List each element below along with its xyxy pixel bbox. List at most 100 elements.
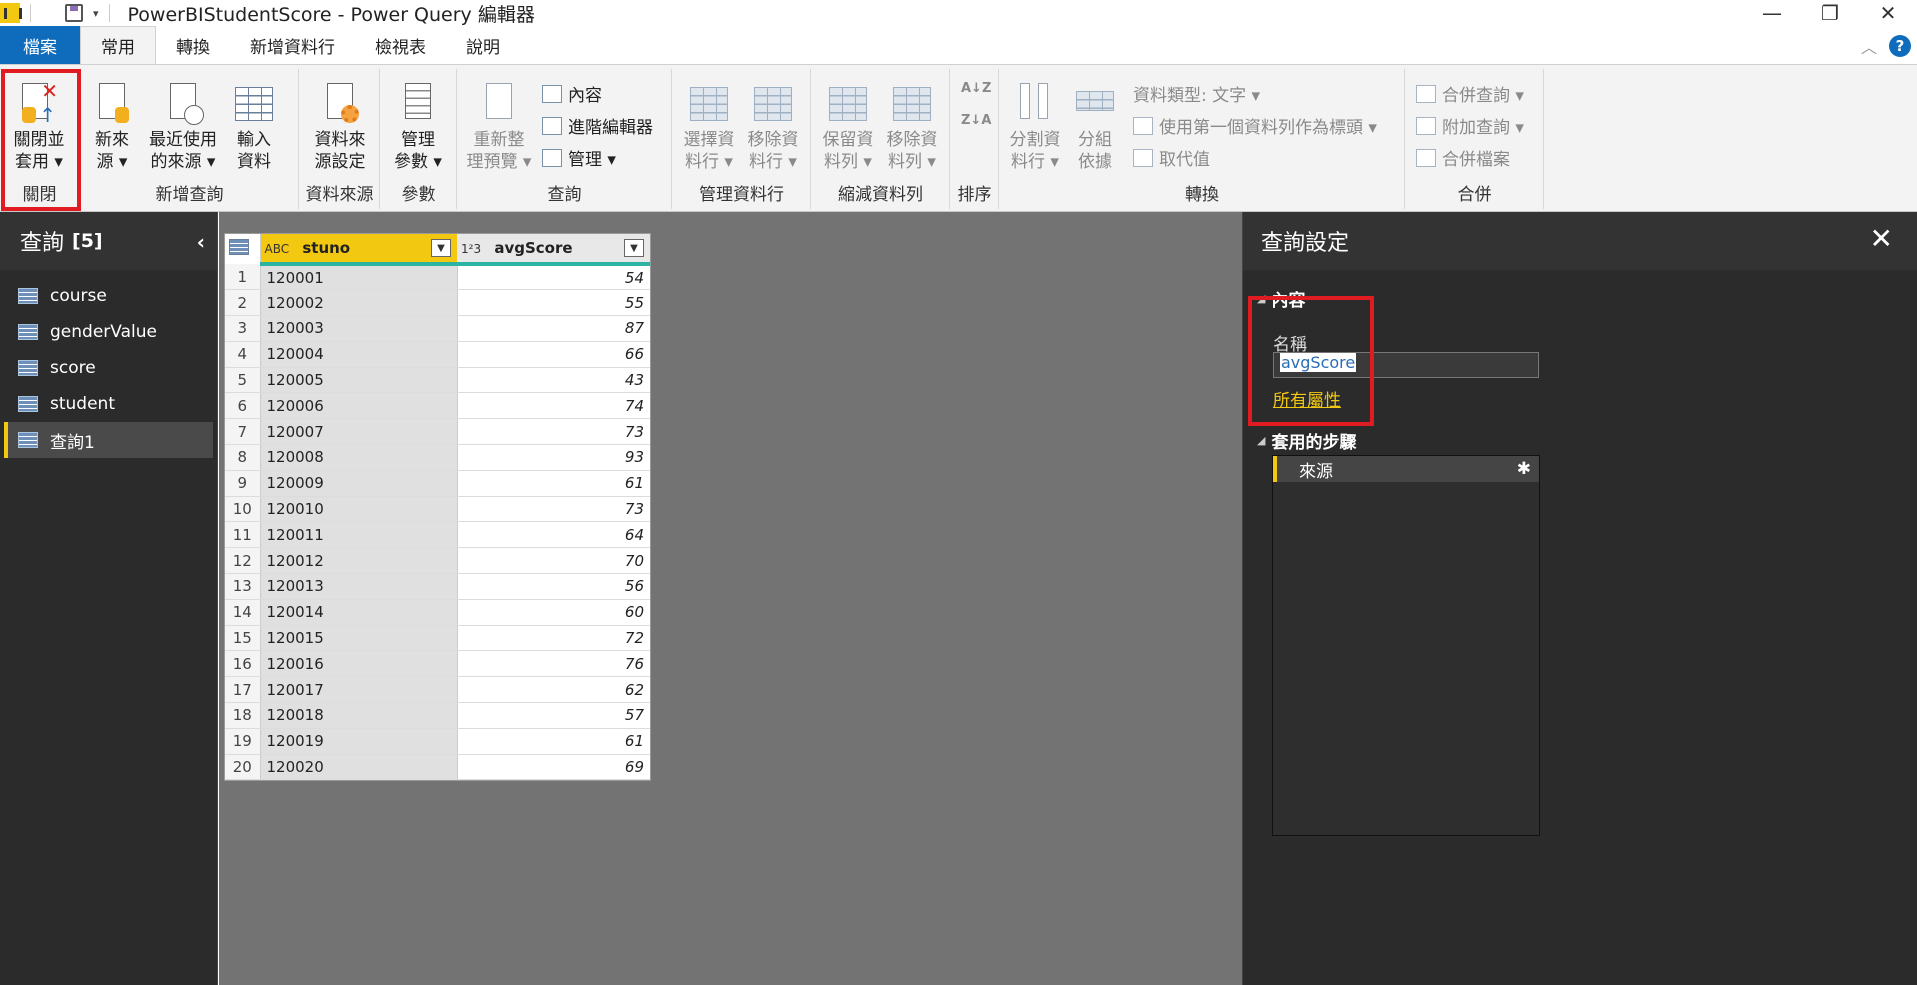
avgscore-cell[interactable]: 60 [457, 599, 650, 626]
avgscore-cell[interactable]: 64 [457, 521, 650, 549]
avgscore-cell[interactable]: 43 [457, 367, 650, 394]
applied-steps-header[interactable]: ◢ 套用的步驟 [1257, 428, 1356, 453]
stuno-cell[interactable]: 120019 [260, 728, 458, 755]
tab-add-column[interactable]: 新增資料行 [230, 26, 355, 64]
gear-icon[interactable]: ✱ [1517, 459, 1531, 479]
avgscore-cell[interactable]: 73 [457, 496, 650, 523]
avgscore-cell[interactable]: 61 [457, 470, 650, 497]
stuno-cell[interactable]: 120016 [260, 650, 458, 678]
quick-access-dropdown-icon[interactable]: ▾ [93, 7, 99, 20]
query-item-query1[interactable]: 查詢1 [4, 422, 213, 458]
stuno-cell[interactable]: 120017 [260, 676, 458, 704]
text-type-icon[interactable]: ABC [265, 242, 290, 256]
stuno-cell[interactable]: 120014 [260, 599, 458, 626]
query-item-student[interactable]: student [4, 386, 213, 422]
stuno-cell[interactable]: 120007 [260, 418, 458, 446]
stuno-cell[interactable]: 120003 [260, 315, 458, 342]
close-window-button[interactable]: ✕ [1859, 0, 1917, 26]
use-first-row-button[interactable]: 使用第一個資料列作為標頭 ▾ [1133, 113, 1377, 138]
combine-files-button[interactable]: 合併檔案 [1416, 145, 1510, 170]
stuno-cell[interactable]: 120004 [260, 341, 458, 368]
collapse-ribbon-icon[interactable]: ︿ [1861, 34, 1877, 58]
query-item-score[interactable]: score [4, 350, 213, 386]
stuno-cell[interactable]: 120015 [260, 625, 458, 652]
split-column-button[interactable]: 分割資 料行 ▾ [1008, 81, 1062, 173]
tab-file[interactable]: 檔案 [0, 26, 80, 64]
avgscore-cell[interactable]: 62 [457, 676, 650, 704]
close-apply-button[interactable]: ✕ ↑ 關閉並 套用 ▾ [4, 81, 74, 173]
source-settings-button[interactable]: 資料來 源設定 [305, 81, 375, 173]
avgscore-cell[interactable]: 87 [457, 315, 650, 342]
stuno-cell[interactable]: 120009 [260, 470, 458, 497]
properties-section-header[interactable]: ◢ 內容 [1257, 286, 1305, 311]
stuno-cell[interactable]: 120013 [260, 573, 458, 600]
tab-home[interactable]: 常用 [80, 26, 156, 64]
remove-rows-button[interactable]: 移除資 料列 ▾ [882, 81, 942, 173]
avgscore-cell[interactable]: 69 [457, 754, 650, 781]
sort-ascending-button[interactable]: A↓Z [961, 81, 991, 96]
remove-columns-button[interactable]: 移除資 料行 ▾ [743, 81, 803, 173]
column-header-stuno[interactable]: ABC stuno ▼ [260, 234, 457, 266]
stuno-cell[interactable]: 120010 [260, 496, 458, 523]
query-item-course[interactable]: course [4, 278, 213, 314]
avgscore-cell[interactable]: 55 [457, 289, 650, 317]
avgscore-cell[interactable]: 72 [457, 625, 650, 652]
filter-dropdown-icon[interactable]: ▼ [624, 239, 644, 257]
stuno-cell[interactable]: 120020 [260, 754, 458, 781]
table-menu-button[interactable] [225, 234, 261, 264]
close-settings-icon[interactable]: ✕ [1870, 224, 1893, 254]
stuno-cell[interactable]: 120002 [260, 289, 458, 317]
enter-data-label: 輸入 資料 [237, 130, 271, 172]
recent-sources-button[interactable]: 最近使用 的來源 ▾ [143, 81, 223, 173]
column-name: avgScore [494, 239, 573, 257]
stuno-cell[interactable]: 120018 [260, 702, 458, 729]
stuno-cell[interactable]: 120011 [260, 521, 458, 549]
tab-view[interactable]: 檢視表 [355, 26, 446, 64]
query-item-gendervalue[interactable]: genderValue [4, 314, 213, 350]
append-queries-button[interactable]: 附加查詢 ▾ [1416, 113, 1524, 138]
stuno-cell[interactable]: 120001 [260, 264, 458, 291]
avgscore-cell[interactable]: 73 [457, 418, 650, 446]
properties-button[interactable]: 內容 [542, 81, 602, 106]
avgscore-cell[interactable]: 93 [457, 444, 650, 471]
avgscore-cell[interactable]: 70 [457, 547, 650, 575]
stuno-cell[interactable]: 120012 [260, 547, 458, 575]
collapse-queries-icon[interactable]: ‹ [197, 230, 205, 254]
save-icon[interactable] [65, 4, 83, 22]
stuno-cell[interactable]: 120005 [260, 367, 458, 394]
avgscore-cell[interactable]: 76 [457, 650, 650, 678]
avgscore-cell[interactable]: 56 [457, 573, 650, 600]
enter-data-button[interactable]: 輸入 資料 [229, 81, 279, 173]
choose-columns-button[interactable]: 選擇資 料行 ▾ [679, 81, 739, 173]
manage-parameters-button[interactable]: 管理 參數 ▾ [385, 81, 451, 173]
sort-descending-button[interactable]: Z↓A [961, 113, 991, 128]
number-type-icon[interactable]: 1²3 [461, 242, 481, 256]
replace-values-button[interactable]: 取代值 [1133, 145, 1210, 170]
help-icon[interactable]: ? [1889, 35, 1911, 57]
avgscore-cell[interactable]: 74 [457, 392, 650, 420]
tab-transform[interactable]: 轉換 [156, 26, 230, 64]
header-row: ABC stuno ▼ 1²3 avgScore ▼ [225, 234, 650, 266]
all-properties-link[interactable]: 所有屬性 [1273, 386, 1341, 411]
merge-queries-button[interactable]: 合併查詢 ▾ [1416, 81, 1524, 106]
tab-help[interactable]: 說明 [446, 26, 520, 64]
data-type-dropdown[interactable]: 資料類型: 文字 ▾ [1133, 81, 1260, 106]
avgscore-cell[interactable]: 66 [457, 341, 650, 368]
new-source-button[interactable]: 新來 源 ▾ [87, 81, 137, 173]
manage-button[interactable]: 管理 ▾ [542, 145, 616, 170]
avgscore-cell[interactable]: 54 [457, 264, 650, 291]
refresh-preview-button[interactable]: 重新整 理預覽 ▾ [464, 81, 534, 173]
restore-button[interactable]: ❐ [1801, 0, 1859, 26]
step-source[interactable]: 來源 ✱ [1273, 456, 1539, 482]
minimize-button[interactable]: — [1743, 0, 1801, 26]
avgscore-cell[interactable]: 57 [457, 702, 650, 729]
stuno-cell[interactable]: 120006 [260, 392, 458, 420]
keep-rows-button[interactable]: 保留資 料列 ▾ [818, 81, 878, 173]
name-input[interactable]: avgScore [1273, 352, 1539, 378]
column-header-avgscore[interactable]: 1²3 avgScore ▼ [457, 234, 650, 266]
group-by-button[interactable]: 分組 依據 [1070, 81, 1120, 173]
stuno-cell[interactable]: 120008 [260, 444, 458, 471]
filter-dropdown-icon[interactable]: ▼ [431, 239, 451, 257]
avgscore-cell[interactable]: 61 [457, 728, 650, 755]
advanced-editor-button[interactable]: 進階編輯器 [542, 113, 653, 138]
